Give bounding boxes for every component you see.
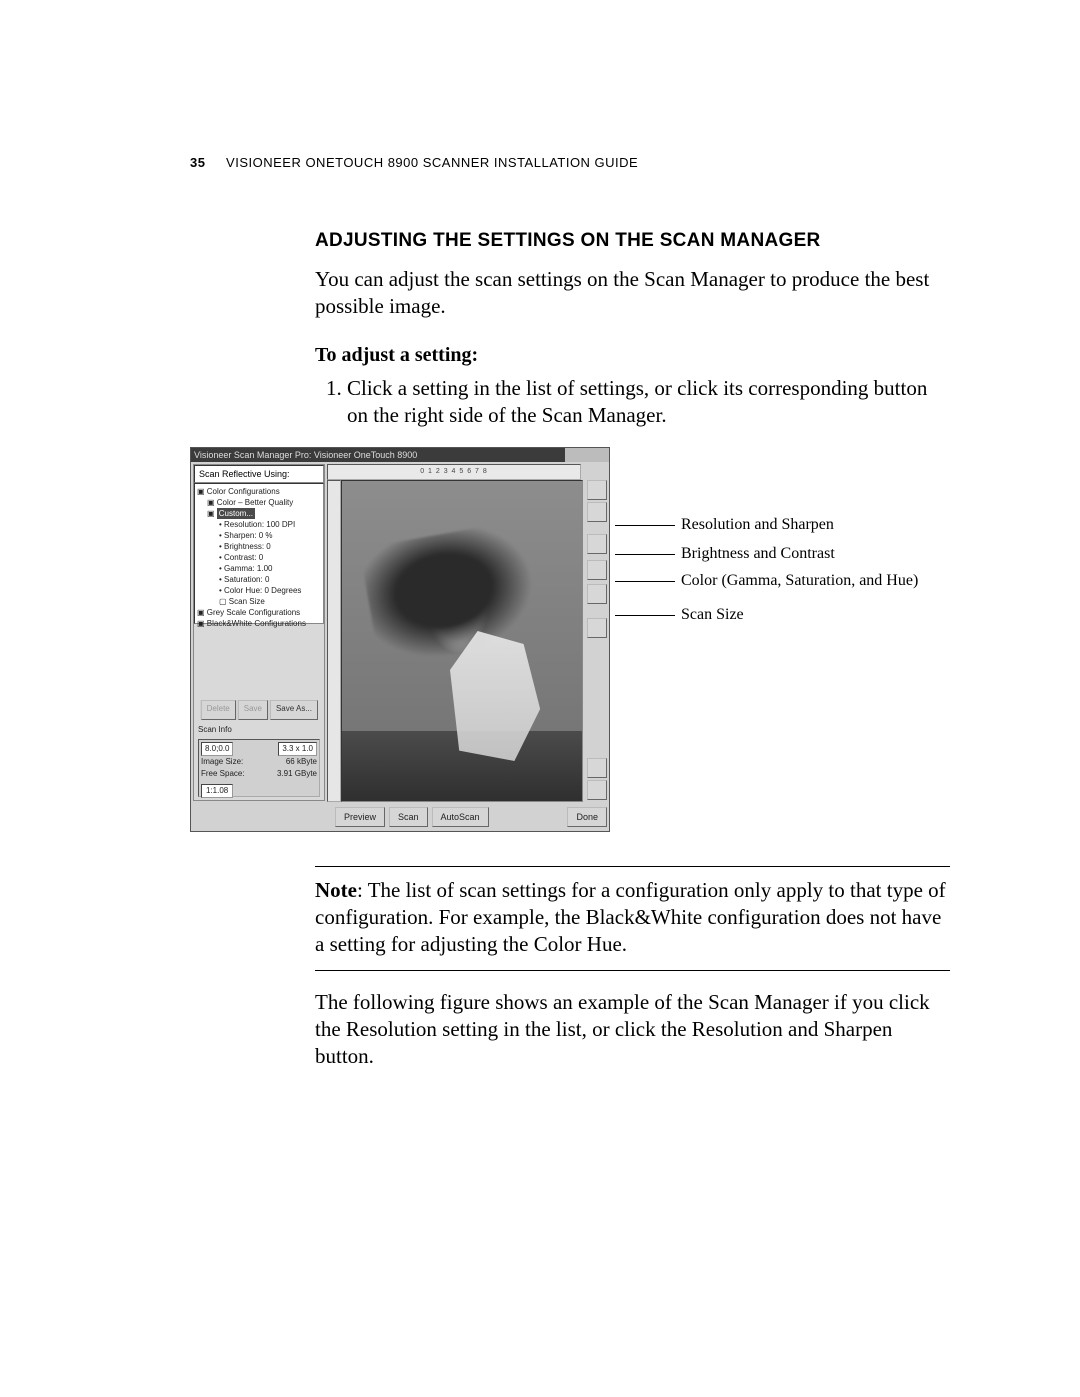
scan-manager-window: Visioneer Scan Manager Pro: Visioneer On… <box>190 447 610 832</box>
scan-button[interactable]: Scan <box>389 807 428 827</box>
scan-size-icon[interactable] <box>587 618 607 638</box>
tree-scansize[interactable]: Scan Size <box>229 597 265 606</box>
imgsize-value: 66 kByte <box>286 756 317 768</box>
tree-color-root[interactable]: Color Configurations <box>207 487 280 496</box>
callout-color: Color (Gamma, Saturation, and Hue) <box>681 571 906 591</box>
brightness-contrast-icon[interactable] <box>587 560 607 580</box>
preview-image <box>342 481 582 801</box>
imgsize-label: Image Size: <box>201 756 243 768</box>
autoscan-button[interactable]: AutoScan <box>432 807 489 827</box>
bottom-toolbar: Preview Scan AutoScan Done <box>327 805 607 829</box>
procedure-list: Click a setting in the list of settings,… <box>315 375 950 429</box>
save-button[interactable]: Save <box>238 700 268 720</box>
callout-brightness: Brightness and Contrast <box>681 544 835 564</box>
note-label: Note <box>315 878 357 902</box>
resolution-sharpen-icon[interactable] <box>587 534 607 554</box>
vertical-ruler <box>327 480 341 802</box>
header-title: VISIONEER ONETOUCH 8900 SCANNER INSTALLA… <box>226 155 638 170</box>
window-titlebar: Visioneer Scan Manager Pro: Visioneer On… <box>191 448 609 462</box>
zoom-in-icon[interactable] <box>587 480 607 500</box>
rotate-ccw-icon[interactable] <box>587 780 607 800</box>
following-paragraph: The following figure shows an example of… <box>315 989 950 1070</box>
tree-grey-root[interactable]: Grey Scale Configurations <box>207 608 300 617</box>
intro-paragraph: You can adjust the scan settings on the … <box>315 266 950 320</box>
scan-mode-dropdown[interactable]: Scan Reflective Using: <box>194 465 324 483</box>
horizontal-ruler: 0 1 2 3 4 5 6 7 8 <box>327 464 581 480</box>
done-button[interactable]: Done <box>567 807 607 827</box>
save-as-button[interactable]: Save As... <box>270 700 318 720</box>
tree-gamma[interactable]: Gamma: 1.00 <box>224 564 272 573</box>
tree-resolution[interactable]: Resolution: 100 DPI <box>224 520 295 529</box>
scan-info-heading: Scan Info <box>198 725 232 734</box>
note-text: : The list of scan settings for a config… <box>315 878 946 956</box>
window-control-buttons[interactable] <box>565 448 609 462</box>
freespace-value: 3.91 GByte <box>277 768 317 780</box>
tree-contrast[interactable]: Contrast: 0 <box>224 553 263 562</box>
tree-sharpen[interactable]: Sharpen: 0 % <box>224 531 272 540</box>
screenshot-figure: Visioneer Scan Manager Pro: Visioneer On… <box>190 447 950 842</box>
rotate-cw-icon[interactable] <box>587 758 607 778</box>
delete-button[interactable]: Delete <box>201 700 236 720</box>
tree-saturation[interactable]: Saturation: 0 <box>224 575 269 584</box>
color-gamma-icon[interactable] <box>587 584 607 604</box>
scan-info-time: 1:1.08 <box>201 784 233 798</box>
settings-sidebar: Scan Reflective Using: ▣ Color Configura… <box>193 464 325 801</box>
page-header: 35 VISIONEER ONETOUCH 8900 SCANNER INSTA… <box>190 155 950 170</box>
note-block: Note: The list of scan settings for a co… <box>315 866 950 971</box>
callout-labels: Resolution and Sharpen Brightness and Co… <box>615 515 906 632</box>
tree-colorhue[interactable]: Color Hue: 0 Degrees <box>224 586 301 595</box>
preview-button[interactable]: Preview <box>335 807 385 827</box>
scan-info-wh: 8.0;0.0 <box>201 742 233 756</box>
tree-bw-root[interactable]: Black&White Configurations <box>207 619 306 628</box>
config-buttons-row: Delete Save Save As... <box>200 700 318 720</box>
zoom-out-icon[interactable] <box>587 502 607 522</box>
freespace-label: Free Space: <box>201 768 245 780</box>
tree-color-better[interactable]: Color – Better Quality <box>217 498 293 507</box>
scan-info-panel: 8.0;0.0 3.3 x 1.0 Image Size: 66 kByte Fr… <box>198 739 320 797</box>
tree-brightness[interactable]: Brightness: 0 <box>224 542 271 551</box>
callout-scansize: Scan Size <box>681 605 744 625</box>
tree-custom[interactable]: Custom... <box>217 508 255 519</box>
scan-info-dim: 3.3 x 1.0 <box>278 742 317 756</box>
preview-area[interactable] <box>341 480 583 802</box>
page-number: 35 <box>190 155 205 170</box>
procedure-step-1: Click a setting in the list of settings,… <box>347 375 950 429</box>
procedure-heading: To adjust a setting: <box>315 344 950 367</box>
section-heading: ADJUSTING THE SETTINGS ON THE SCAN MANAG… <box>315 230 950 252</box>
settings-tree[interactable]: ▣ Color Configurations ▣ Color – Better … <box>194 483 324 624</box>
callout-resolution: Resolution and Sharpen <box>681 515 834 535</box>
